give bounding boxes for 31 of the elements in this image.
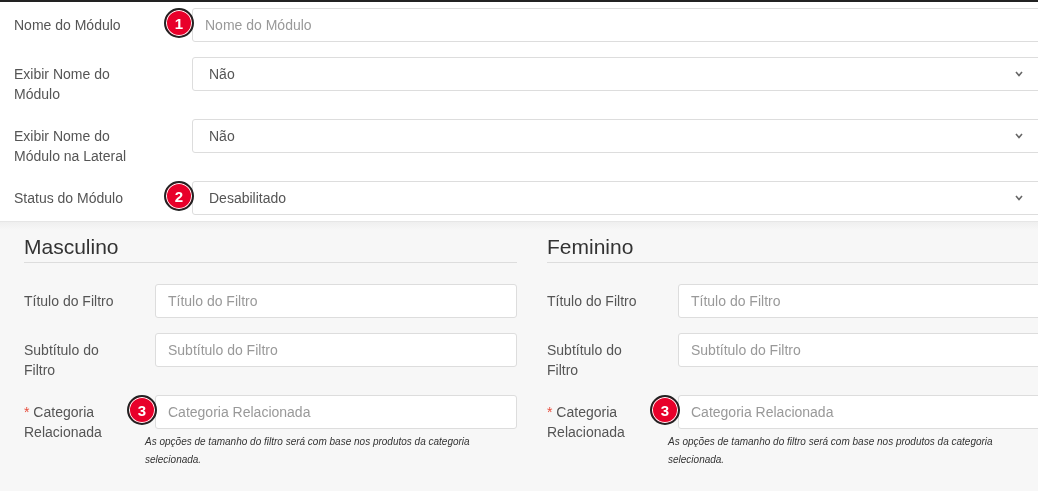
step-badge: 3 [650, 395, 680, 425]
field-label: Subtítulo do Filtro [547, 341, 623, 380]
field-label: * Categoria Relacionada [24, 403, 103, 442]
select-field[interactable]: Não [192, 57, 1038, 91]
field-label: Exibir Nome do Módulo na Lateral [14, 127, 128, 166]
help-text: As opções de tamanho do filtro será com base nos produtos da categoria selecionada. [668, 435, 994, 467]
step-badge: 1 [164, 8, 194, 38]
field-label: Status do Módulo [14, 189, 124, 208]
caret-icon [1015, 71, 1023, 77]
field-label: Título do Filtro [547, 292, 638, 311]
step-badge: 3 [127, 395, 157, 425]
caret-icon [1015, 195, 1023, 201]
field-label: Título do Filtro [24, 292, 115, 311]
help-text: As opções de tamanho do filtro será com base nos produtos da categoria selecionada. [145, 435, 471, 467]
field-label: Exibir Nome do Módulo [14, 65, 111, 104]
field-label: * Categoria Relacionada [547, 403, 626, 442]
field-label: Subtítulo do Filtro [24, 341, 100, 380]
caret-icon [1015, 133, 1023, 139]
select-field[interactable]: Não [192, 119, 1038, 153]
step-badge: 2 [164, 181, 194, 211]
field-label: Nome do Módulo [14, 16, 122, 35]
input-field[interactable]: Subtítulo do Filtro [155, 333, 517, 367]
select-field[interactable]: Desabilitado [192, 181, 1038, 215]
input-field[interactable]: Título do Filtro [678, 284, 1038, 318]
input-field[interactable]: Categoria Relacionada [678, 395, 1038, 429]
input-field[interactable]: Subtítulo do Filtro [678, 333, 1038, 367]
input-field[interactable]: Título do Filtro [155, 284, 517, 318]
section-title: Masculino [24, 234, 517, 263]
section-title: Feminino [547, 234, 1038, 263]
input-field[interactable]: Nome do Módulo [192, 8, 1038, 42]
input-field[interactable]: Categoria Relacionada [155, 395, 517, 429]
